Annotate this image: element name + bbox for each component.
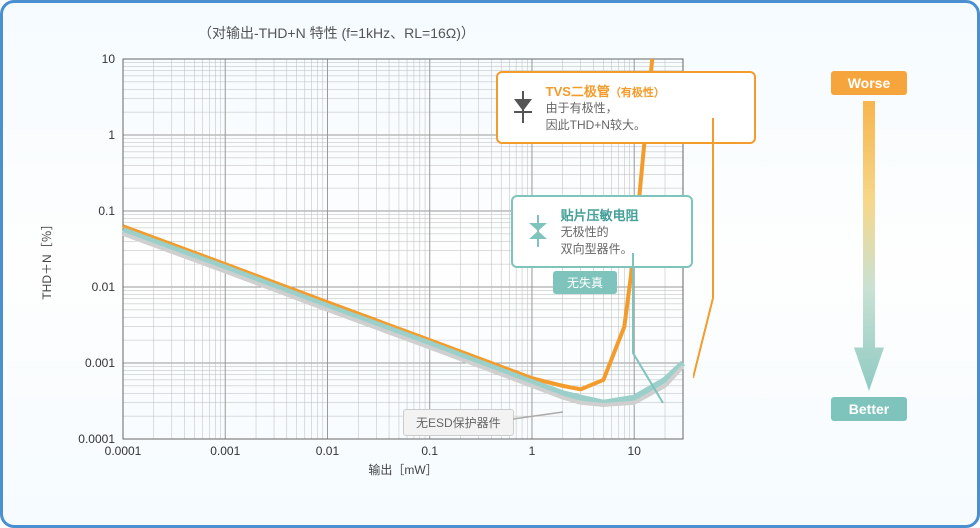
worse-label: Worse bbox=[831, 71, 907, 95]
svg-text:0.1: 0.1 bbox=[98, 204, 115, 218]
svg-text:0.001: 0.001 bbox=[210, 444, 240, 458]
y-axis-label: THD＋N［％］ bbox=[40, 218, 54, 299]
no-esd-label: 无ESD保护器件 bbox=[403, 409, 514, 436]
no-distortion-badge: 无失真 bbox=[553, 271, 617, 294]
worse-better-indicator: Worse Better bbox=[831, 71, 907, 441]
varistor-icon bbox=[525, 215, 551, 247]
svg-text:10: 10 bbox=[628, 444, 642, 458]
diode-icon bbox=[510, 91, 536, 123]
x-axis-label: 输出［mW］ bbox=[368, 462, 437, 477]
svg-text:0.0001: 0.0001 bbox=[78, 432, 115, 446]
gradient-arrow-icon bbox=[854, 101, 884, 391]
callout-varistor: 贴片压敏电阻 无极性的双向型器件。 bbox=[511, 195, 693, 268]
svg-text:0.01: 0.01 bbox=[316, 444, 340, 458]
callout-varistor-title: 贴片压敏电阻 bbox=[561, 208, 639, 223]
svg-text:0.1: 0.1 bbox=[421, 444, 438, 458]
svg-text:1: 1 bbox=[529, 444, 536, 458]
chart-title: （对输出-THD+N 特性 (f=1kHz、RL=16Ω)） bbox=[198, 23, 947, 43]
svg-text:10: 10 bbox=[102, 52, 116, 66]
svg-text:0.0001: 0.0001 bbox=[105, 444, 142, 458]
chart-card: （对输出-THD+N 特性 (f=1kHz、RL=16Ω)） 0.00010.0… bbox=[0, 0, 980, 528]
svg-text:0.001: 0.001 bbox=[85, 356, 115, 370]
svg-text:0.01: 0.01 bbox=[92, 280, 116, 294]
better-label: Better bbox=[831, 397, 907, 421]
callout-tvs-subtitle: （有极性） bbox=[610, 87, 665, 99]
callout-tvs-diode: TVS二极管（有极性） 由于有极性，因此THD+N较大。 bbox=[496, 71, 756, 144]
callout-tvs-title: TVS二极管 bbox=[546, 84, 610, 99]
svg-text:1: 1 bbox=[108, 128, 115, 142]
